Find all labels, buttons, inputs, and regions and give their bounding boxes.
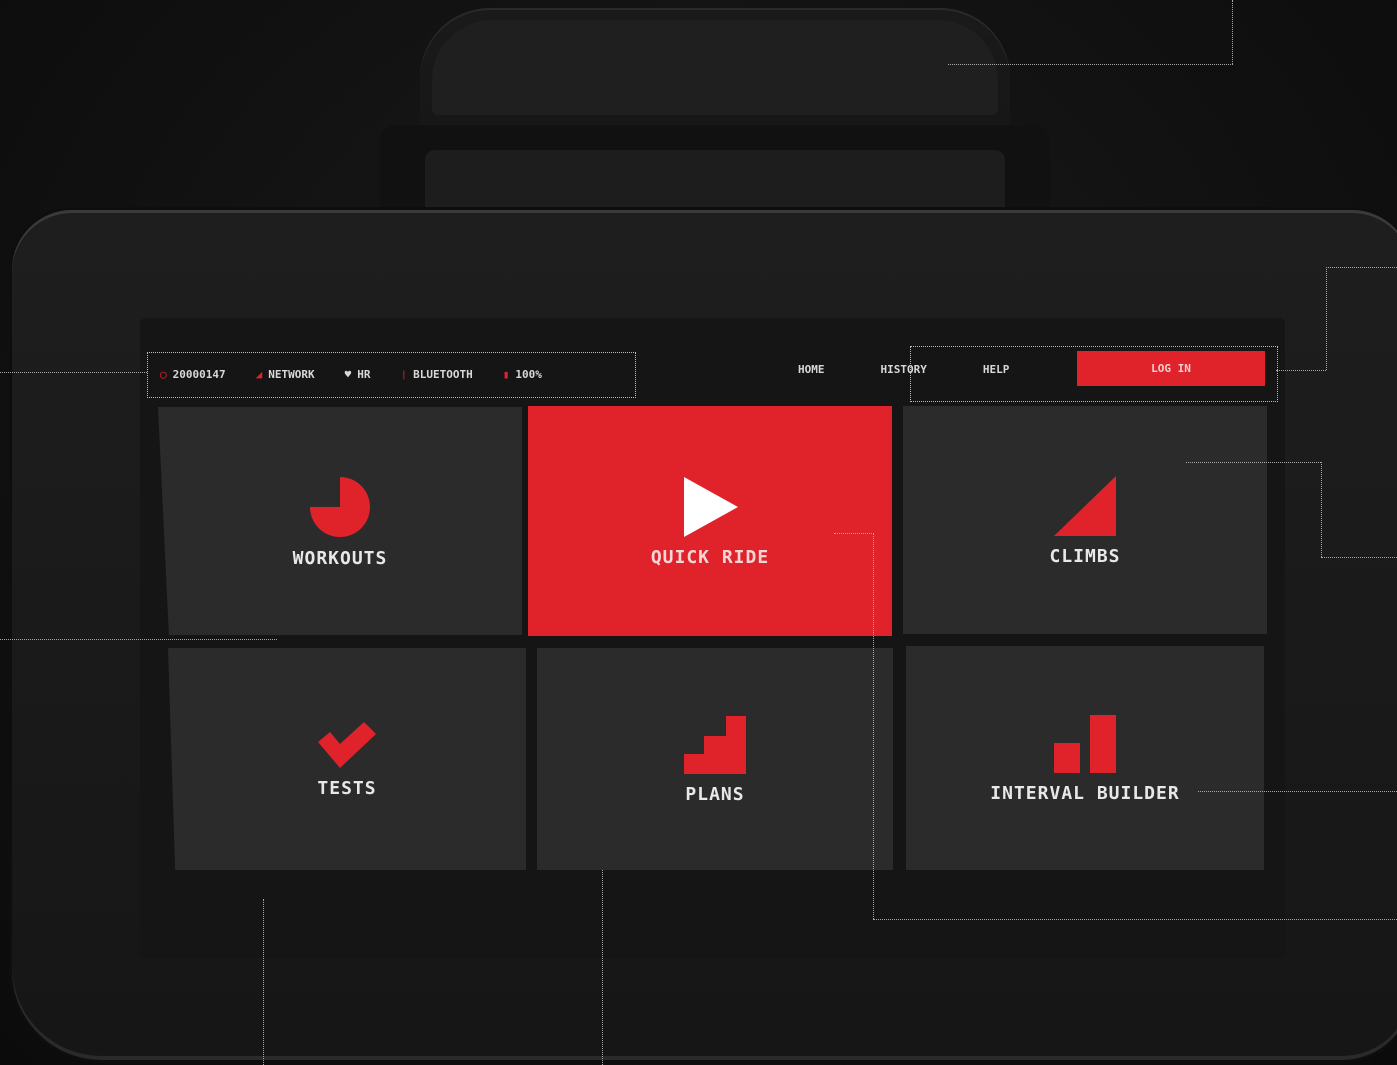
device-handle-grip	[432, 20, 998, 115]
tile-workouts-label: WORKOUTS	[292, 547, 388, 569]
callout-line	[1321, 462, 1322, 557]
callout-line	[263, 899, 264, 1065]
callout-line	[0, 372, 147, 373]
callout-line	[834, 533, 874, 534]
callout-line	[0, 639, 277, 640]
status-bar-callout-box	[147, 352, 636, 398]
triangle-icon	[1054, 475, 1116, 536]
nav-home[interactable]: HOME	[770, 363, 853, 376]
callout-line	[1232, 0, 1233, 64]
callout-line	[1321, 557, 1397, 558]
callout-line	[948, 64, 1233, 65]
tile-climbs[interactable]: CLIMBS	[903, 406, 1267, 634]
tile-climbs-label: CLIMBS	[1049, 545, 1121, 567]
tile-interval-builder[interactable]: INTERVAL BUILDER	[906, 646, 1264, 870]
callout-line	[1326, 267, 1397, 268]
check-icon	[318, 721, 376, 768]
stairs-icon	[684, 715, 746, 774]
tile-quick-ride[interactable]: QUICK RIDE	[528, 406, 892, 636]
tile-tests[interactable]: TESTS	[168, 648, 526, 870]
pie-icon	[310, 476, 370, 537]
tile-plans[interactable]: PLANS	[537, 648, 893, 870]
bars-icon	[1054, 714, 1116, 773]
tile-interval-builder-label: INTERVAL BUILDER	[990, 782, 1180, 804]
callout-line	[602, 870, 603, 1065]
tile-quick-ride-label: QUICK RIDE	[650, 546, 770, 568]
tile-plans-label: PLANS	[685, 783, 745, 805]
callout-line	[873, 533, 874, 919]
play-icon	[684, 476, 738, 537]
callout-line	[1276, 370, 1326, 371]
callout-line	[1186, 462, 1321, 463]
tile-workouts[interactable]: WORKOUTS	[158, 407, 522, 635]
callout-line	[1198, 791, 1397, 792]
tile-tests-label: TESTS	[317, 777, 377, 799]
callout-line	[1326, 267, 1327, 370]
callout-line	[873, 919, 1397, 920]
nav-callout-box	[910, 346, 1278, 402]
